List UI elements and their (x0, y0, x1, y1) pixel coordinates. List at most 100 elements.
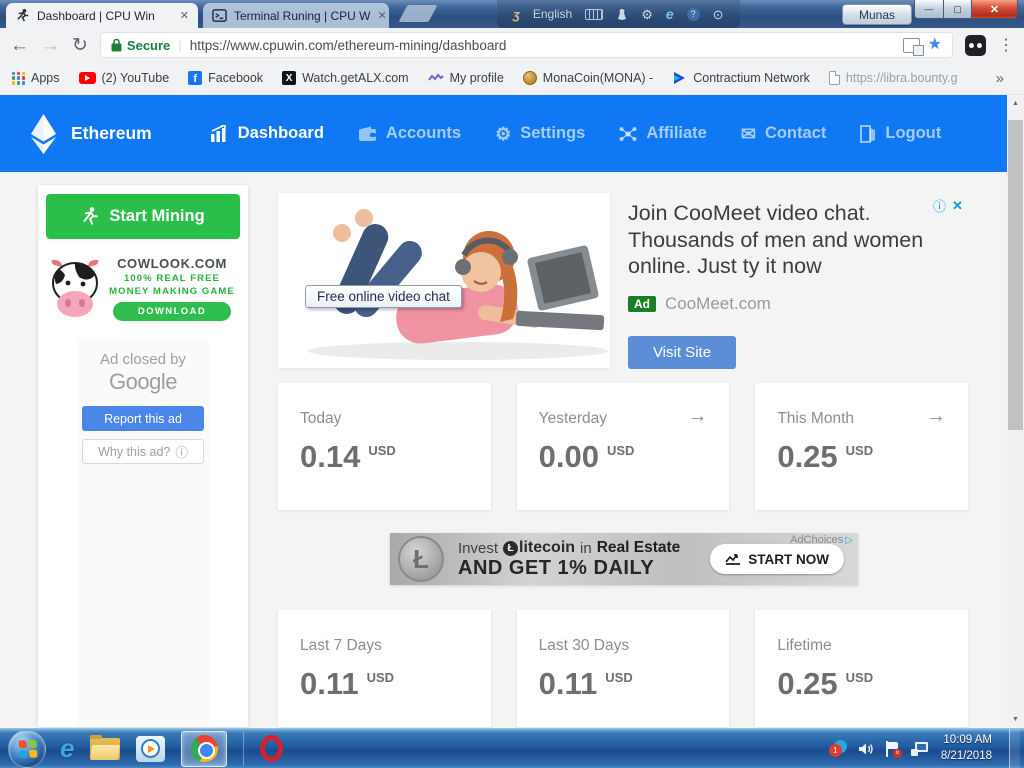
tab-close-icon[interactable]: ✕ (180, 9, 189, 22)
scrollbar-thumb[interactable] (1008, 120, 1023, 430)
nav-item-accounts[interactable]: Accounts (358, 124, 461, 143)
bookmark-contractium[interactable]: Contractium Network (672, 71, 810, 85)
tab-dashboard[interactable]: Dashboard | CPU Win ✕ (6, 3, 198, 28)
tab-title: Terminal Runing | CPU W (234, 9, 371, 23)
nav-item-logout[interactable]: Logout (860, 124, 941, 143)
stat-value: 0.14 (300, 441, 360, 472)
network-tray-icon[interactable] (911, 742, 928, 756)
close-button[interactable]: ✕ (972, 0, 1018, 19)
bookmark-star-icon[interactable]: ★ (928, 37, 942, 53)
report-ad-button[interactable]: Report this ad (82, 406, 204, 431)
media-player-taskbar-icon[interactable] (136, 736, 165, 762)
visit-site-button[interactable]: Visit Site (628, 336, 736, 369)
tab-terminal[interactable]: Terminal Runing | CPU W ✕ (203, 3, 389, 28)
translate-icon[interactable] (903, 38, 920, 53)
system-tray: 1 x 10:09 AM 8/21/2018 (829, 729, 1024, 768)
info-icon: ⓘ (175, 442, 188, 461)
settings-gear-icon[interactable]: ⚙ (641, 8, 653, 21)
start-now-button[interactable]: START NOW (710, 544, 844, 574)
arrow-right-icon[interactable]: → (926, 405, 946, 428)
extension-icon[interactable] (965, 35, 986, 56)
keyboard-icon[interactable] (585, 9, 603, 20)
minimize-button[interactable]: — (914, 0, 944, 19)
gear-icon: ⚙ (495, 125, 511, 143)
stat-value: 0.11 (539, 668, 598, 699)
url-text[interactable]: https://www.cpuwin.com/ethereum-mining/d… (190, 38, 895, 53)
cow-ad-title: COWLOOK.COM (104, 256, 240, 271)
why-this-ad-button[interactable]: Why this ad? ⓘ (82, 439, 204, 464)
action-center-tray-icon[interactable]: x (885, 741, 900, 757)
opera-taskbar-icon[interactable] (260, 735, 283, 762)
adchoices-info-icon[interactable]: ⓘ (933, 196, 946, 215)
stat-card-last-7-days: Last 7 Days 0.11 USD (278, 610, 491, 727)
cow-download-button[interactable]: DOWNLOAD (113, 302, 231, 321)
show-desktop-button[interactable] (1009, 729, 1020, 768)
skype-tray-icon[interactable]: 1 (829, 740, 847, 757)
nav-item-affiliate[interactable]: Affiliate (619, 124, 707, 143)
chrome-profile-button[interactable]: Munas (842, 4, 912, 25)
ad-headline[interactable]: Join CooMeet video chat. Thousands of me… (628, 200, 973, 280)
runner-icon (81, 207, 98, 226)
language-label[interactable]: English (533, 7, 572, 21)
new-tab-button[interactable] (398, 5, 437, 22)
apps-grid-icon (12, 72, 25, 85)
ie-icon[interactable]: e (666, 6, 674, 22)
taskbar-clock[interactable]: 10:09 AM 8/21/2018 (941, 733, 992, 764)
brand[interactable]: Ethereum (30, 113, 152, 155)
langbar-options-icon[interactable]: ⊙ (713, 8, 724, 21)
bookmark-youtube[interactable]: (2) YouTube (79, 71, 170, 85)
chrome-menu-icon[interactable]: ⋮ (998, 35, 1014, 55)
monacoin-icon (523, 71, 537, 85)
chrome-taskbar-button[interactable] (181, 731, 227, 767)
adchoices-label[interactable]: AdChoices ▷ (790, 534, 853, 546)
bookmark-my-profile[interactable]: My profile (428, 71, 504, 85)
bookmark-facebook[interactable]: f Facebook (188, 71, 263, 85)
banner-text: Invest Ł litecoin in Real Estate AND GET… (458, 539, 680, 579)
start-button[interactable] (8, 730, 46, 768)
start-mining-button[interactable]: Start Mining (46, 194, 240, 239)
ie-taskbar-icon[interactable]: e (60, 733, 74, 764)
logout-door-icon (860, 125, 876, 143)
maximize-button[interactable]: ▢ (944, 0, 972, 19)
youtube-icon (79, 72, 96, 84)
ad-close-icon[interactable]: ✕ (952, 198, 963, 214)
ad-advertiser[interactable]: CooMeet.com (665, 294, 771, 314)
scroll-down-icon[interactable]: ▼ (1007, 711, 1024, 727)
page-scrollbar[interactable]: ▲ ▼ (1007, 95, 1024, 727)
address-bar[interactable]: Secure | https://www.cpuwin.com/ethereum… (100, 32, 953, 58)
litecoin-banner-ad[interactable]: Ł Invest Ł litecoin in Real Estate AND G… (390, 533, 858, 585)
volume-tray-icon[interactable] (858, 742, 874, 756)
site-nav-items: Dashboard Accounts ⚙ Settings Affiliate (210, 124, 942, 143)
secure-indicator[interactable]: Secure (111, 38, 170, 53)
nav-item-settings[interactable]: ⚙ Settings (495, 124, 585, 143)
cowlook-ad[interactable]: COWLOOK.COM 100% REAL FREE MONEY MAKING … (46, 245, 240, 331)
explorer-taskbar-icon[interactable] (90, 738, 120, 760)
arrow-right-icon[interactable]: → (687, 405, 707, 428)
cow-icon (46, 257, 104, 319)
tab-close-icon[interactable]: ✕ (378, 9, 387, 22)
reload-button[interactable]: ↻ (72, 36, 88, 55)
woman-laptop-illustration (278, 193, 610, 368)
language-indicator-icon[interactable]: ʒ (513, 8, 520, 21)
forward-button[interactable]: → (41, 36, 60, 55)
scroll-up-icon[interactable]: ▲ (1007, 95, 1024, 111)
back-button[interactable]: ← (10, 36, 29, 55)
envelope-icon: ✉ (741, 125, 756, 143)
omnibox-divider: | (178, 38, 181, 53)
nav-item-contact[interactable]: ✉ Contact (741, 124, 827, 143)
clock-date: 8/21/2018 (941, 749, 992, 765)
handwriting-icon[interactable] (616, 8, 628, 21)
bookmark-apps[interactable]: Apps (12, 71, 60, 85)
bookmark-libra-bounty[interactable]: https://libra.bounty.g (829, 71, 958, 85)
stats-row-1: Today 0.14 USD Yesterday 0.00 USD → This… (278, 383, 968, 510)
bookmark-monacoin[interactable]: MonaCoin(MONA) - (523, 71, 653, 85)
getalx-icon: X (282, 71, 296, 85)
help-icon[interactable]: ? (687, 8, 700, 21)
page-icon (829, 71, 840, 85)
bookmark-getalx[interactable]: X Watch.getALX.com (282, 71, 409, 85)
bookmarks-overflow-icon[interactable]: » (996, 70, 1004, 87)
coomeet-ad-image[interactable]: Free online video chat (278, 193, 610, 368)
nav-item-dashboard[interactable]: Dashboard (210, 124, 324, 143)
ad-closed-panel: Ad closed by Google Report this ad Why t… (77, 339, 209, 727)
tab-title: Dashboard | CPU Win (37, 9, 155, 23)
